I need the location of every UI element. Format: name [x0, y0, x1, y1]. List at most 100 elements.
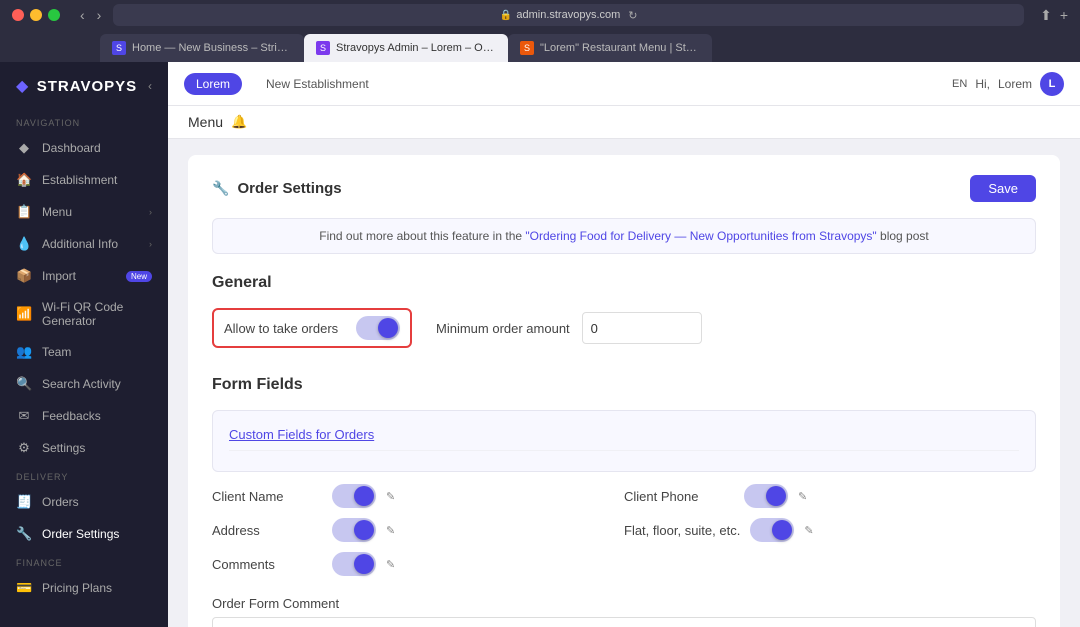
sidebar-item-additional-info[interactable]: 💧 Additional Info ›	[0, 228, 168, 260]
min-order-label: Minimum order amount	[436, 321, 570, 336]
browser-back-button[interactable]: ‹	[76, 5, 89, 25]
traffic-light-maximize[interactable]	[48, 9, 60, 21]
sidebar-label-feedbacks: Feedbacks	[42, 409, 101, 423]
bell-icon[interactable]: 🔔	[231, 114, 247, 130]
traffic-light-close[interactable]	[12, 9, 24, 21]
address-knob	[354, 520, 374, 540]
save-button[interactable]: Save	[970, 175, 1036, 202]
browser-forward-button[interactable]: ›	[93, 5, 106, 25]
client-phone-label: Client Phone	[624, 489, 734, 504]
general-section: General Allow to take orders	[212, 274, 1036, 348]
general-title: General	[212, 274, 1036, 292]
flat-floor-label: Flat, floor, suite, etc.	[624, 523, 740, 538]
info-text: Find out more about this feature in the	[319, 229, 525, 243]
sidebar-item-orders[interactable]: 🧾 Orders	[0, 486, 168, 518]
sidebar-item-import[interactable]: 📦 Import New	[0, 260, 168, 292]
delivery-section-label: DELIVERY	[0, 464, 168, 486]
allow-orders-label: Allow to take orders	[224, 321, 344, 336]
min-order-input[interactable]	[582, 312, 702, 344]
sidebar-item-search-activity[interactable]: 🔍 Search Activity	[0, 368, 168, 400]
client-phone-edit-icon[interactable]: ✎	[798, 490, 807, 503]
client-phone-toggle[interactable]	[744, 484, 788, 508]
feedbacks-icon: ✉	[16, 408, 32, 424]
additional-info-chevron-icon: ›	[149, 239, 152, 249]
sidebar-label-search-activity: Search Activity	[42, 377, 121, 391]
allow-orders-knob	[378, 318, 398, 338]
sidebar-item-feedbacks[interactable]: ✉ Feedbacks	[0, 400, 168, 432]
team-icon: 👥	[16, 344, 32, 360]
header-right: EN Hi, Lorem L	[952, 72, 1064, 96]
tab-new-establishment[interactable]: New Establishment	[254, 73, 381, 95]
general-settings-row: Allow to take orders Minimum order amoun…	[212, 308, 1036, 348]
client-name-edit-icon[interactable]: ✎	[386, 490, 395, 503]
comments-toggle-wrap: ✎	[332, 552, 395, 576]
comments-edit-icon[interactable]: ✎	[386, 558, 395, 571]
custom-fields-link[interactable]: Custom Fields for Orders	[229, 419, 1019, 451]
logo-diamond-icon: ◆	[16, 78, 28, 95]
address-text: admin.stravopys.com	[516, 9, 620, 21]
content-area: 🔧 Order Settings Save Find out more abou…	[168, 139, 1080, 627]
traffic-light-minimize[interactable]	[30, 9, 42, 21]
address-label: Address	[212, 523, 322, 538]
sidebar-item-team[interactable]: 👥 Team	[0, 336, 168, 368]
pricing-icon: 💳	[16, 580, 32, 596]
share-button[interactable]: ⬆	[1040, 7, 1052, 24]
page-title: Menu	[188, 114, 223, 130]
comments-toggle[interactable]	[332, 552, 376, 576]
sidebar-item-order-settings[interactable]: 🔧 Order Settings	[0, 518, 168, 550]
client-name-knob	[354, 486, 374, 506]
address-bar[interactable]: 🔒 admin.stravopys.com ↻	[113, 4, 1024, 26]
order-comment-label: Order Form Comment	[212, 596, 1036, 611]
sidebar-collapse-button[interactable]: ‹	[148, 79, 152, 93]
order-comment-textarea[interactable]	[212, 617, 1036, 627]
card-title-text: Order Settings	[237, 180, 341, 197]
dashboard-icon: ◆	[16, 140, 32, 156]
address-toggle[interactable]	[332, 518, 376, 542]
orders-icon: 🧾	[16, 494, 32, 510]
field-row-1: Client Name ✎ Client Phone	[212, 484, 1036, 508]
tab-1-favicon: S	[112, 41, 126, 55]
flat-floor-toggle-wrap: ✎	[750, 518, 813, 542]
sidebar-item-wifi-qr[interactable]: 📶 Wi-Fi QR Code Generator	[0, 292, 168, 336]
address-edit-icon[interactable]: ✎	[386, 524, 395, 537]
hi-label: Hi,	[975, 77, 990, 91]
sidebar-label-pricing-plans: Pricing Plans	[42, 581, 112, 595]
sidebar-label-additional-info: Additional Info	[42, 237, 118, 251]
new-tab-button[interactable]: +	[1060, 7, 1068, 24]
flat-floor-edit-icon[interactable]: ✎	[804, 524, 813, 537]
tab-3-label: "Lorem" Restaurant Menu | Stravopys	[540, 42, 700, 54]
establishment-icon: 🏠	[16, 172, 32, 188]
settings-icon: ⚙	[16, 440, 32, 456]
main-content: Lorem New Establishment EN Hi, Lorem L M…	[168, 62, 1080, 627]
allow-orders-toggle[interactable]	[356, 316, 400, 340]
client-name-toggle[interactable]	[332, 484, 376, 508]
sidebar-label-establishment: Establishment	[42, 173, 117, 187]
language-selector[interactable]: EN	[952, 78, 967, 90]
flat-floor-toggle[interactable]	[750, 518, 794, 542]
sidebar-label-wifi-qr: Wi-Fi QR Code Generator	[42, 300, 152, 328]
sidebar-label-dashboard: Dashboard	[42, 141, 101, 155]
sidebar-item-settings[interactable]: ⚙ Settings	[0, 432, 168, 464]
address-toggle-wrap: ✎	[332, 518, 395, 542]
user-avatar[interactable]: L	[1040, 72, 1064, 96]
page-header: Menu 🔔	[168, 106, 1080, 139]
comments-label: Comments	[212, 557, 322, 572]
form-fields-title: Form Fields	[212, 376, 1036, 394]
allow-orders-setting: Allow to take orders	[212, 308, 412, 348]
form-fields-section: Form Fields Custom Fields for Orders Cli…	[212, 376, 1036, 576]
info-link[interactable]: "Ordering Food for Delivery — New Opport…	[525, 229, 876, 243]
browser-tab-2[interactable]: S Stravopys Admin – Lorem – Order Settin…	[304, 34, 508, 62]
sidebar-item-menu[interactable]: 📋 Menu ›	[0, 196, 168, 228]
client-phone-knob	[766, 486, 786, 506]
sidebar-label-settings: Settings	[42, 441, 85, 455]
finance-section-label: FINANCE	[0, 550, 168, 572]
browser-tab-1[interactable]: S Home — New Business – Stripe [Test]	[100, 34, 304, 62]
browser-tab-3[interactable]: S "Lorem" Restaurant Menu | Stravopys	[508, 34, 712, 62]
tab-lorem[interactable]: Lorem	[184, 73, 242, 95]
sidebar-item-pricing-plans[interactable]: 💳 Pricing Plans	[0, 572, 168, 604]
sidebar-item-dashboard[interactable]: ◆ Dashboard	[0, 132, 168, 164]
tab-1-label: Home — New Business – Stripe [Test]	[132, 42, 292, 54]
allow-orders-track[interactable]	[356, 316, 400, 340]
sidebar-item-establishment[interactable]: 🏠 Establishment	[0, 164, 168, 196]
username-label: Lorem	[998, 77, 1032, 91]
